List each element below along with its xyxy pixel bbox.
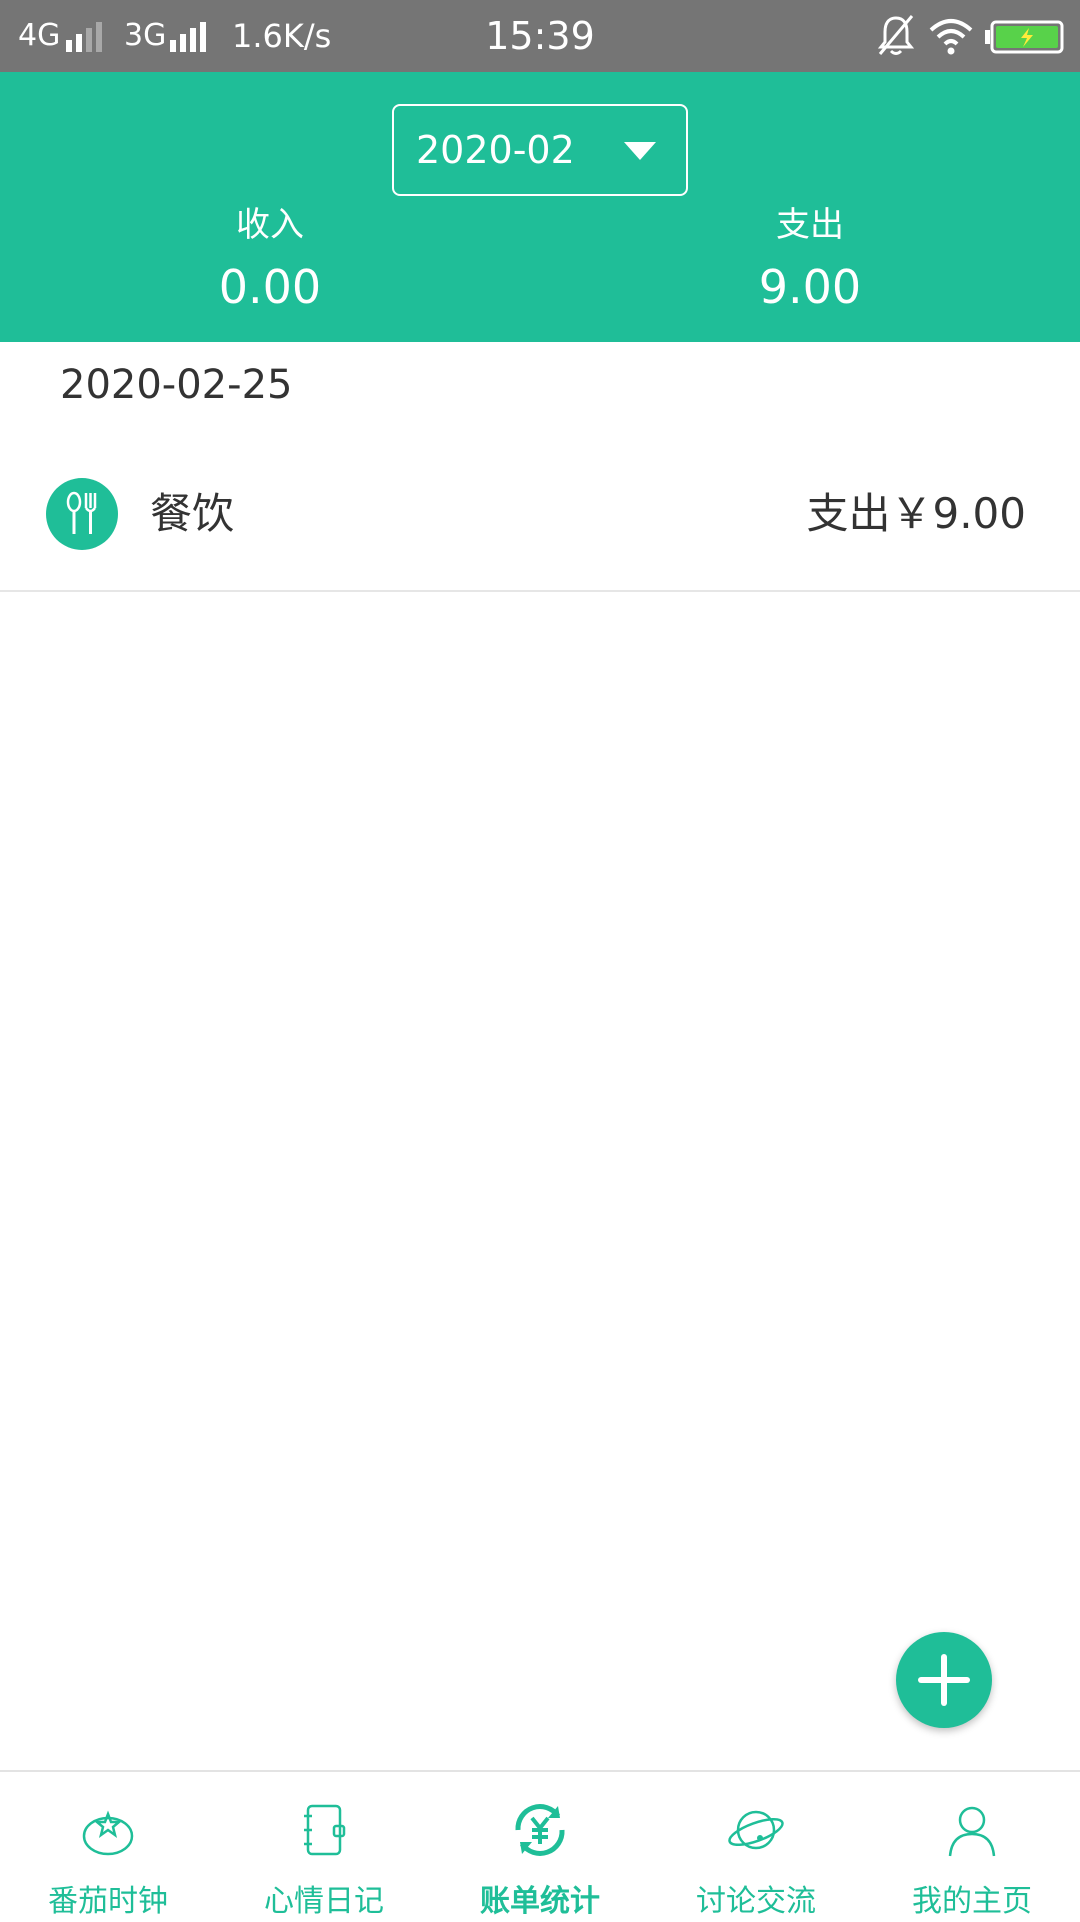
tomato-icon — [82, 1810, 134, 1856]
month-value: 2020-02 — [416, 128, 575, 172]
yuan-refresh-icon — [515, 1804, 565, 1856]
user-icon — [948, 1806, 996, 1857]
clock: 15:39 — [485, 14, 595, 58]
tab-bill-stats[interactable]: 账单统计 — [432, 1772, 648, 1922]
planet-icon — [728, 1810, 784, 1850]
tab-label: 番茄时钟 — [48, 1884, 168, 1919]
tab-my-home[interactable]: 我的主页 — [864, 1772, 1080, 1922]
battery-charging-icon — [985, 20, 1064, 54]
category-name: 餐饮 — [150, 489, 235, 538]
income-label: 收入 — [236, 205, 304, 245]
notebook-icon — [304, 1804, 346, 1856]
month-selector[interactable]: 2020-02 — [392, 104, 688, 196]
tab-label: 心情日记 — [264, 1884, 384, 1919]
tab-discussion[interactable]: 讨论交流 — [648, 1772, 864, 1922]
record-amount: 支出￥9.00 — [806, 489, 1026, 538]
tab-label: 我的主页 — [912, 1884, 1032, 1919]
chevron-down-icon — [624, 142, 656, 160]
income-summary: 收入 0.00 — [120, 202, 420, 322]
expense-label: 支出 — [776, 205, 844, 245]
add-record-button[interactable] — [896, 1632, 992, 1728]
tab-tomato-clock[interactable]: 番茄时钟 — [0, 1772, 216, 1922]
mute-icon — [877, 15, 915, 55]
tab-label: 账单统计 — [480, 1884, 600, 1919]
tab-mood-diary[interactable]: 心情日记 — [216, 1772, 432, 1922]
plus-icon — [918, 1654, 970, 1706]
date-heading: 2020-02-25 — [60, 362, 293, 408]
expense-value: 9.00 — [758, 260, 862, 314]
tab-label: 讨论交流 — [696, 1884, 816, 1919]
status-bar: 4G 3G 1.6K/s 15:39 — [0, 0, 1080, 72]
summary-header: 2020-02 收入 0.00 支出 9.00 — [0, 72, 1080, 342]
utensils-icon — [46, 478, 118, 550]
income-value: 0.00 — [218, 260, 322, 314]
wifi-icon — [929, 19, 973, 55]
bottom-nav: 番茄时钟 心情日记 账单统计 讨论交流 我的主页 — [0, 1770, 1080, 1922]
expense-summary: 支出 9.00 — [660, 202, 960, 322]
list-item[interactable]: 餐饮 支出￥9.00 — [0, 440, 1080, 592]
